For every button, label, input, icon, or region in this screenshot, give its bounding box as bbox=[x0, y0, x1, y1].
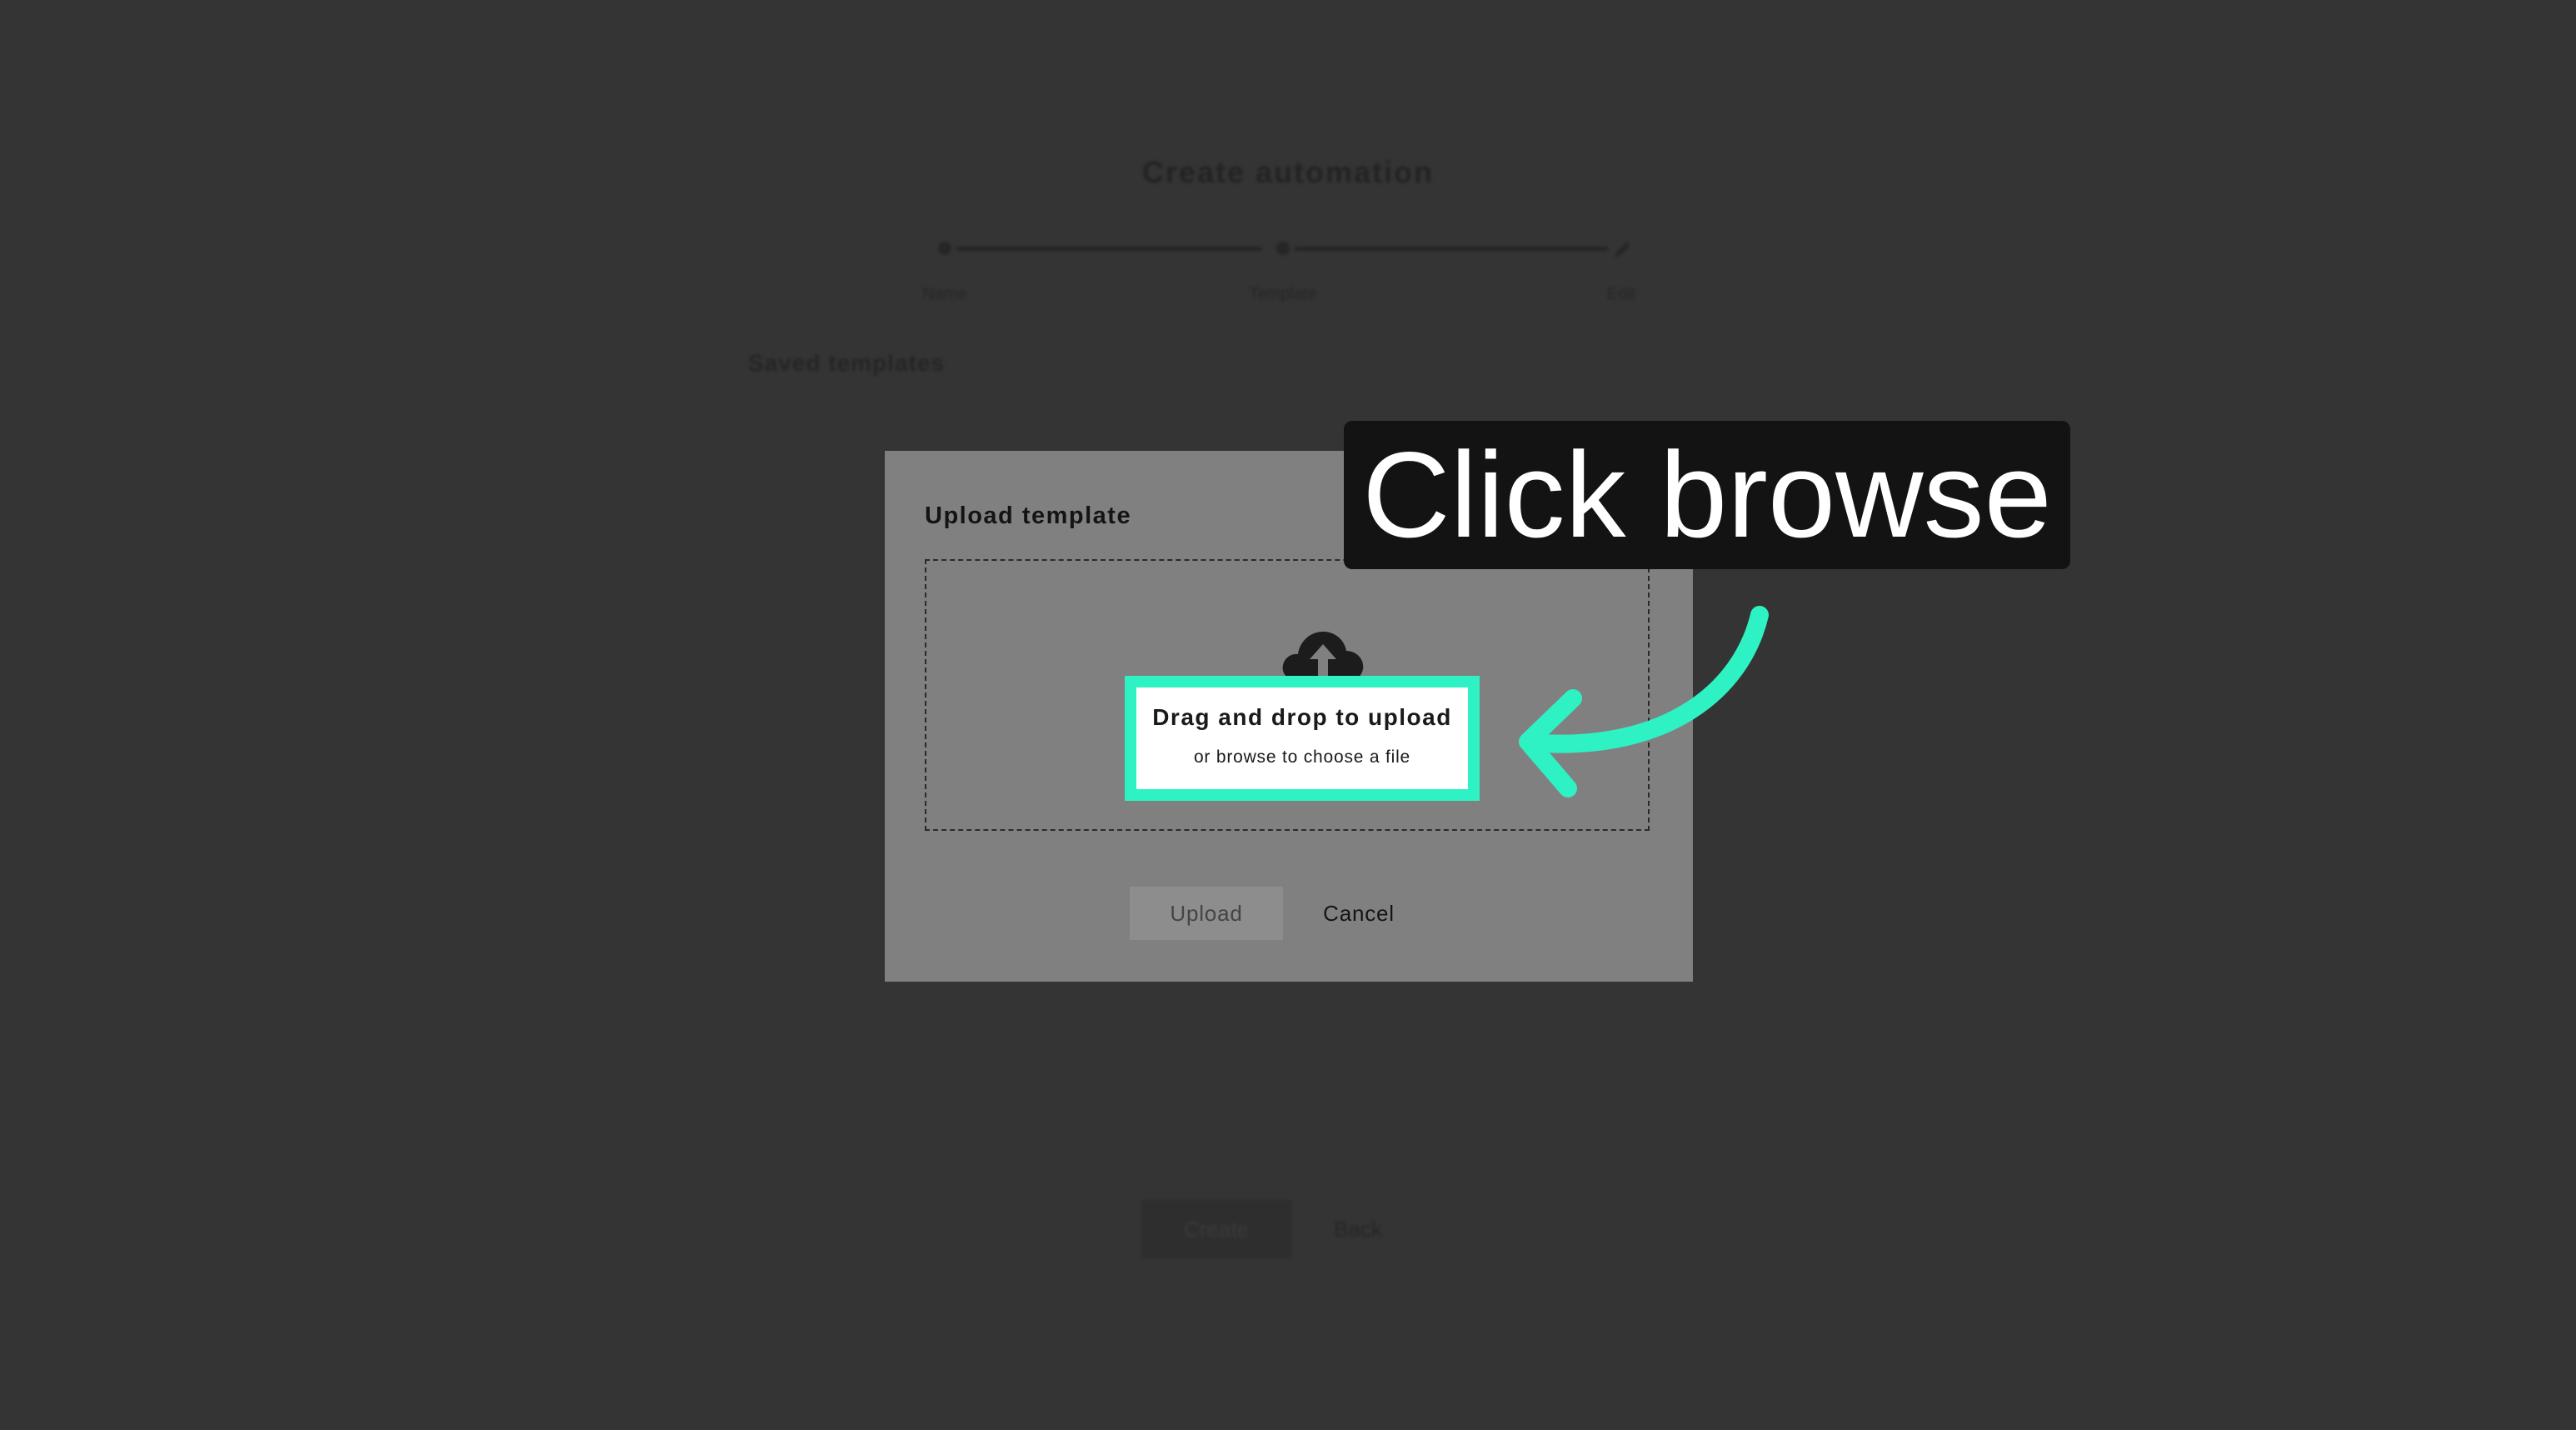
step-label-template: Template bbox=[1249, 285, 1317, 303]
page-title: Create automation bbox=[1141, 155, 1435, 189]
step-dot-template bbox=[1276, 242, 1290, 255]
screen: Create automation Name Template Edit Sav… bbox=[0, 0, 2576, 1430]
step-connector bbox=[1295, 247, 1608, 251]
pencil-icon bbox=[1615, 242, 1630, 258]
browse-file-target[interactable]: Drag and drop to upload or browse to cho… bbox=[1125, 676, 1480, 801]
step-label-edit: Edit bbox=[1606, 285, 1636, 303]
curved-arrow-icon bbox=[1519, 606, 1769, 798]
dialog-title: Upload template bbox=[925, 502, 1132, 529]
upload-button[interactable]: Upload bbox=[1130, 887, 1283, 940]
back-button[interactable]: Back bbox=[1308, 1200, 1408, 1258]
page-actions: Create Back bbox=[1141, 1200, 1475, 1258]
dropzone-main-text: Drag and drop to upload bbox=[1152, 704, 1452, 730]
step-connector bbox=[956, 247, 1261, 251]
step-dot-name bbox=[938, 242, 951, 255]
create-button[interactable]: Create bbox=[1141, 1200, 1291, 1258]
progress-stepper: Name Template Edit bbox=[916, 233, 1650, 317]
browse-link[interactable]: or browse to choose a file bbox=[1136, 748, 1468, 768]
cancel-button[interactable]: Cancel bbox=[1305, 887, 1413, 940]
step-label-name: Name bbox=[922, 285, 967, 303]
saved-templates-heading: Saved templates bbox=[748, 350, 945, 376]
instruction-callout: Click browse bbox=[1344, 421, 2070, 569]
